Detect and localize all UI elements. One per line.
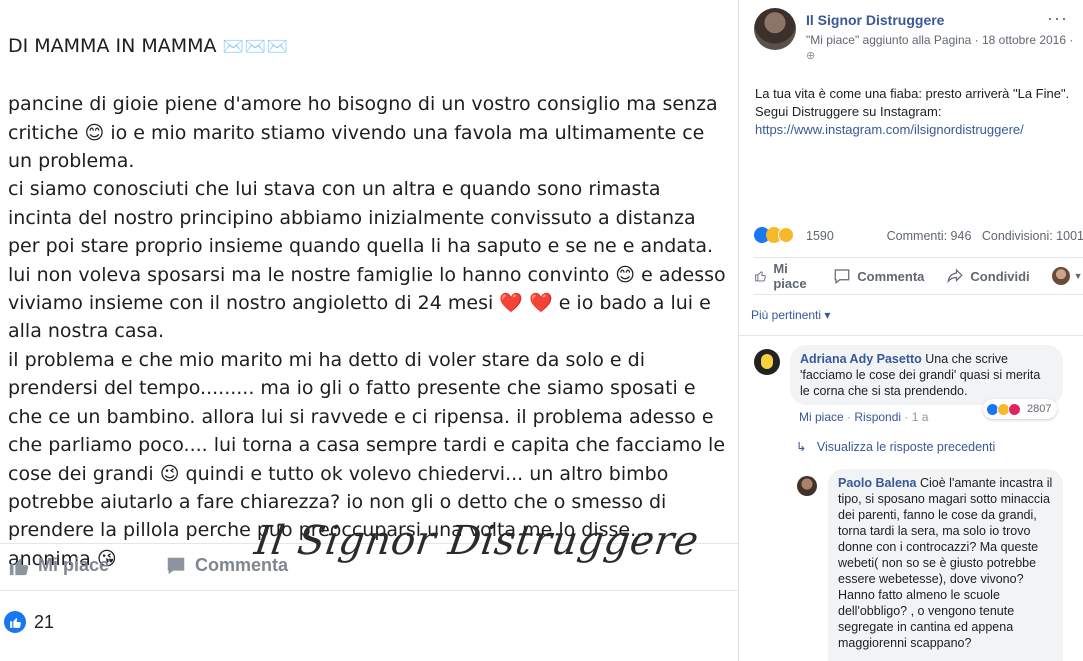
comment-author[interactable]: Adriana Ady Pasetto <box>800 352 922 366</box>
post-subtitle: "Mi piace" aggiunto alla Pagina · 18 ott… <box>806 33 1074 47</box>
commenter-avatar[interactable] <box>797 476 817 496</box>
globe-icon: ⊕ <box>806 50 816 62</box>
sad-reaction-icon <box>778 227 794 243</box>
more-options-icon[interactable]: ··· <box>1047 8 1068 29</box>
thumbs-up-icon <box>755 271 766 282</box>
page-avatar[interactable] <box>754 8 796 50</box>
post-image-line: per poi stare proprio insieme quando que… <box>8 235 714 258</box>
post-image: DI MAMMA IN MAMMA ✉️✉️✉️ pancine di gioi… <box>0 0 738 661</box>
watermark-signature: Il Signor Distruggere <box>251 518 702 564</box>
post-image-line: un problema. <box>8 150 135 173</box>
comment-like-link[interactable]: Mi piace <box>799 410 844 424</box>
post-image-line: potrebbe aiutarlo a fare chiarezza? io n… <box>8 490 667 513</box>
comment-text: Cioè l'amante incastra il tipo, si sposa… <box>838 476 1053 650</box>
comment-button[interactable]: Commenta <box>833 267 924 285</box>
share-icon <box>947 268 964 284</box>
post-image-line: critiche 😊 io e mio marito stiamo vivend… <box>8 121 705 144</box>
image-like-count: 21 <box>34 611 55 632</box>
post-header: Il Signor Distruggere "Mi piace" aggiunt… <box>754 8 1083 62</box>
envelope-icons: ✉️✉️✉️ <box>222 37 290 58</box>
commenter-avatar[interactable] <box>754 349 780 375</box>
chevron-down-icon: ▼ <box>1073 271 1083 281</box>
image-reaction-bar: 21 <box>0 590 738 661</box>
comment-bubble: Paolo Balena Cioè l'amante incastra il t… <box>828 469 1063 661</box>
post-stats: 1590 Commenti: 946 Condivisioni: 1001 <box>754 227 1083 247</box>
comment-share-counts: Commenti: 946 Condivisioni: 1001 <box>887 229 1083 243</box>
love-reaction-icon <box>1008 402 1021 416</box>
comment-icon <box>834 269 850 284</box>
view-previous-replies[interactable]: ↳ Visualizza le risposte precedenti <box>796 439 995 454</box>
post-image-body: pancine di gioie piene d'amore ho bisogn… <box>8 90 728 573</box>
comments-list: Adriana Ady Pasetto Una che scrive 'facc… <box>739 337 1083 661</box>
post-image-line: ci siamo conosciuti che lui stava con un… <box>8 178 661 201</box>
share-count[interactable]: Condivisioni: 1001 <box>982 229 1083 243</box>
post-image-line: che ce un bambino. allora lui si ravvede… <box>8 405 714 428</box>
comment-reactions[interactable]: 2807 <box>983 399 1058 419</box>
post-image-text: DI MAMMA IN MAMMA ✉️✉️✉️ pancine di gioi… <box>8 4 728 602</box>
post-image-line: viviamo insieme con il nostro angioletto… <box>8 292 711 315</box>
comment-count[interactable]: Commenti: 946 <box>887 229 972 243</box>
like-reaction-icon <box>4 611 26 633</box>
post-image-line: pancine di gioie piene d'amore ho bisogn… <box>8 93 718 116</box>
comment-bubble: Adriana Ady Pasetto Una che scrive 'facc… <box>790 345 1063 405</box>
comment-icon <box>167 557 185 574</box>
comment-filter-bar: Più pertinenti ▾ <box>739 296 1083 336</box>
share-button[interactable]: Condividi <box>946 267 1030 285</box>
posting-as-selector[interactable]: ▼ <box>1051 267 1083 285</box>
post-image-line: cose dei grandi 😉 quindi e tutto ok vole… <box>8 462 669 485</box>
post-image-line: alla nostra casa. <box>8 320 165 343</box>
post-image-line: il problema e che mio marito mi ha detto… <box>8 348 645 371</box>
post-caption: La tua vita è come una fiaba: presto arr… <box>755 86 1070 137</box>
post-image-line: lui non voleva sposarsi ma le nostre fam… <box>8 263 726 286</box>
reaction-count[interactable]: 1590 <box>806 229 834 243</box>
post-image-line: prendersi del tempo......... ma io gli o… <box>8 377 696 400</box>
post-image-line: incinta del nostro principino abbiamo in… <box>8 206 696 229</box>
user-avatar <box>1051 267 1070 285</box>
thumbs-up-icon <box>9 558 29 575</box>
like-button[interactable]: Mi piace <box>754 261 811 291</box>
comment-sort-dropdown[interactable]: Più pertinenti ▾ <box>751 308 830 322</box>
instagram-link[interactable]: https://www.instagram.com/ilsignordistru… <box>755 122 1024 137</box>
post-image-line: che parliamo poco.... lui torna a casa s… <box>8 434 726 457</box>
comment-time[interactable]: 1 a <box>912 410 929 424</box>
comment-reply-link[interactable]: Rispondi <box>854 410 901 424</box>
comment-author[interactable]: Paolo Balena <box>838 476 917 490</box>
post-image-title: DI MAMMA IN MAMMA ✉️✉️✉️ <box>8 35 290 58</box>
post-action-bar: Mi piace Commenta Condividi ▼ <box>754 257 1083 295</box>
post-sidebar: Il Signor Distruggere "Mi piace" aggiunt… <box>738 0 1083 661</box>
page-name-link[interactable]: Il Signor Distruggere <box>806 12 944 28</box>
image-like-button: Mi piace <box>8 555 109 577</box>
comment-meta: Mi piace · Rispondi · 1 a <box>799 410 929 424</box>
